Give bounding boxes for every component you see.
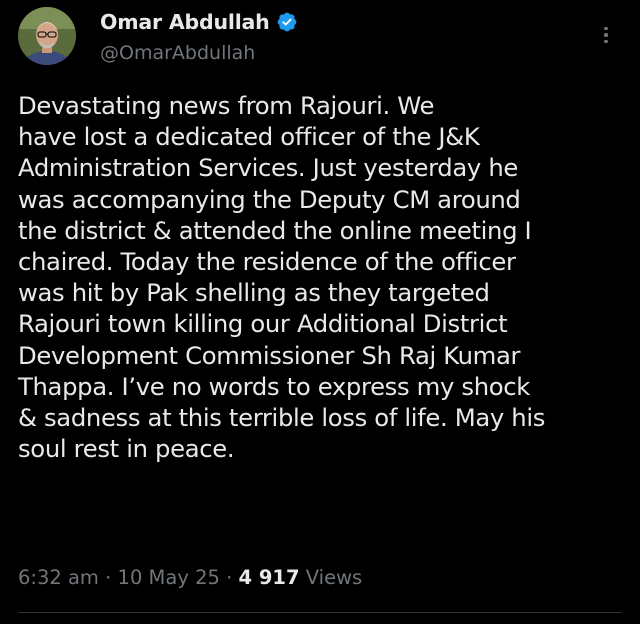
author-handle[interactable]: @OmarAbdullah [100, 42, 255, 64]
tweet-date[interactable]: 10 May 25 [118, 566, 220, 589]
profile-photo-icon [18, 7, 76, 65]
tweet-text-line: the district & attended the online meeti… [18, 215, 532, 245]
more-options-icon[interactable] [596, 22, 616, 48]
tweet-text: Devastating news from Rajouri. We have l… [18, 90, 630, 464]
tweet-text-line: chaired. Today the residence of the offi… [18, 247, 516, 277]
divider [18, 612, 622, 613]
verified-badge-icon[interactable] [276, 11, 298, 33]
tweet-text-line: soul rest in peace. [18, 434, 235, 464]
views-count: 4 917 [238, 566, 300, 589]
tweet-text-line: Administration Services. Just yesterday … [18, 153, 518, 183]
tweet-text-line: have lost a dedicated officer of the J&K [18, 122, 480, 152]
views-label: Views [299, 566, 363, 589]
author-display-name[interactable]: Omar Abdullah [100, 10, 270, 34]
author-avatar[interactable] [18, 7, 76, 65]
author-name-row: Omar Abdullah [100, 10, 298, 34]
tweet-text-line: was accompanying the Deputy CM around [18, 184, 521, 214]
tweet-text-line: Devastating news from Rajouri. We [18, 91, 435, 120]
tweet-text-line: Development Commissioner Sh Raj Kumar [18, 340, 521, 370]
tweet-time[interactable]: 6:32 am [18, 566, 99, 589]
tweet-text-line: & sadness at this terrible loss of life.… [18, 403, 546, 433]
tweet-text-line: Thappa. I’ve no words to express my shoc… [18, 371, 530, 401]
tweet-text-line: Rajouri town killing our Additional Dist… [18, 309, 508, 339]
tweet-text-line: was hit by Pak shelling as they targeted [18, 278, 490, 308]
meta-separator: · [219, 566, 239, 589]
tweet: Omar Abdullah @OmarAbdullah Devastating … [0, 0, 640, 624]
meta-separator: · [98, 566, 118, 589]
tweet-meta: 6:32 am · 10 May 25 · 4 917 Views [18, 566, 362, 589]
